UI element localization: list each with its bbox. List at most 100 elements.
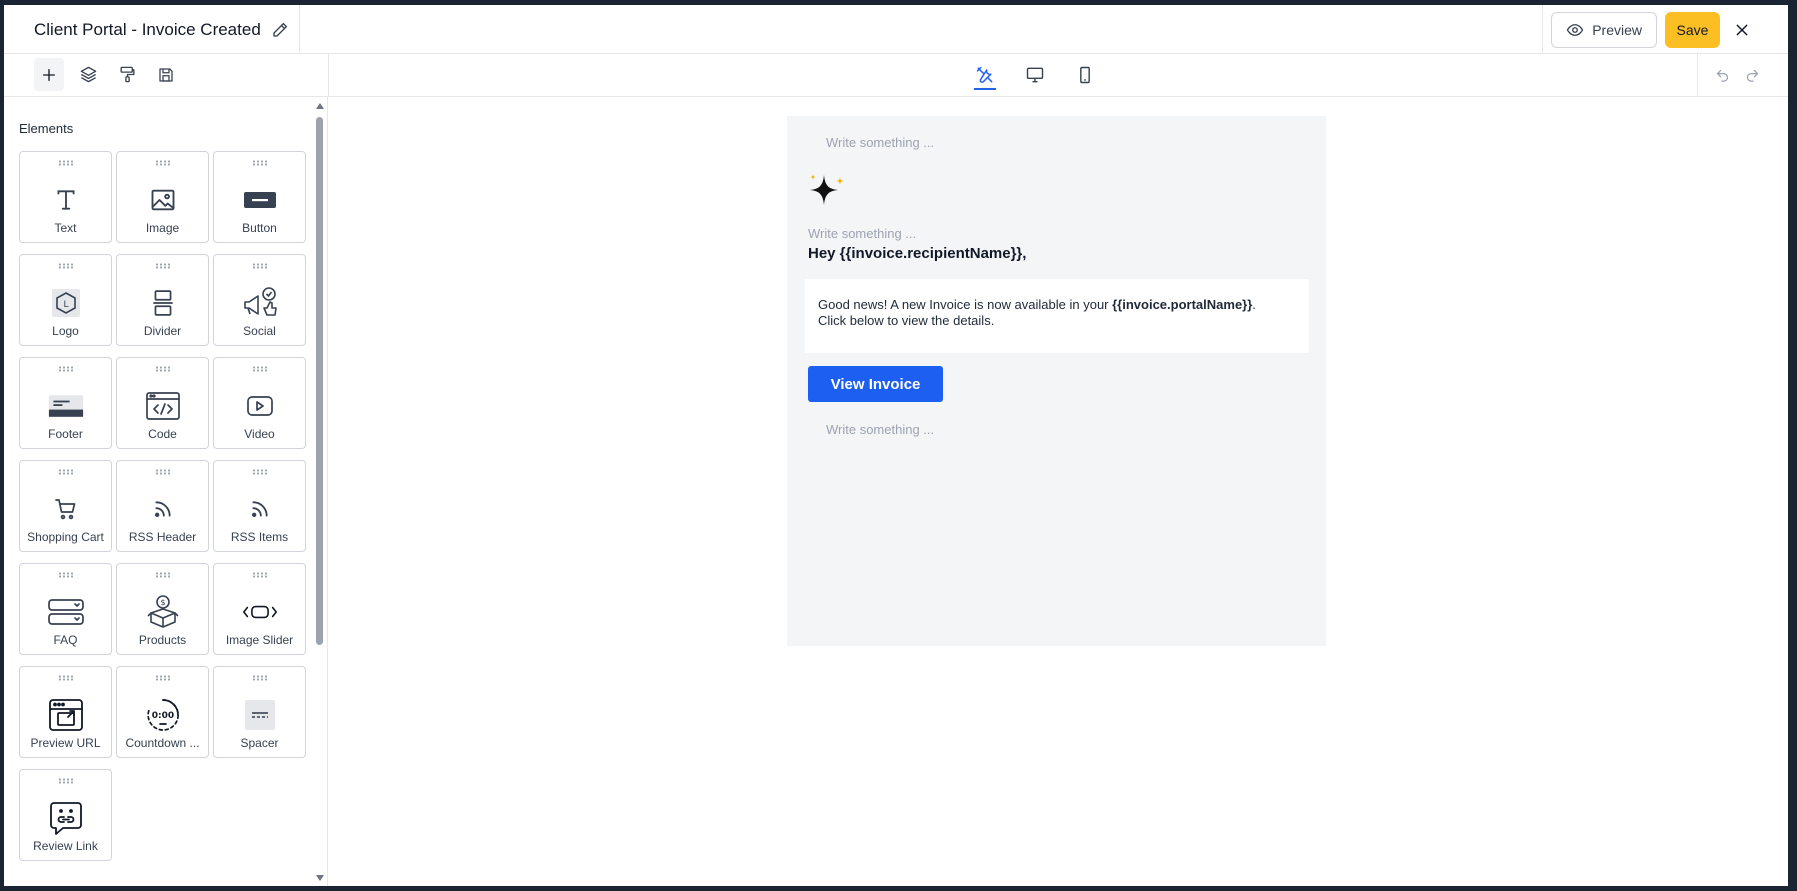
drag-handle-icon[interactable] [57, 160, 74, 166]
close-icon[interactable] [1730, 18, 1754, 42]
element-label: RSS Items [230, 530, 289, 544]
drag-handle-icon[interactable] [251, 572, 268, 578]
element-rss-items[interactable]: RSS Items [213, 460, 306, 552]
element-button[interactable]: Button [213, 151, 306, 243]
element-label: Text [54, 221, 77, 235]
drag-handle-icon[interactable] [154, 160, 171, 166]
drag-handle-icon[interactable] [57, 675, 74, 681]
element-image-slider[interactable]: Image Slider [213, 563, 306, 655]
element-divider[interactable]: Divider [116, 254, 209, 346]
element-label: Image Slider [225, 633, 294, 647]
element-label: Logo [52, 324, 79, 338]
sidebar-title: Elements [19, 121, 74, 136]
element-label: FAQ [53, 633, 78, 647]
view-invoice-button[interactable]: View Invoice [808, 366, 943, 402]
drag-handle-icon[interactable] [154, 263, 171, 269]
element-image[interactable]: Image [116, 151, 209, 243]
sparkle-icon[interactable] [806, 171, 846, 211]
save-button[interactable]: Save [1665, 11, 1720, 48]
editor-window: Client Portal - Invoice Created Preview … [4, 5, 1788, 886]
eye-icon [1566, 21, 1584, 39]
editor-toolbar [4, 54, 1788, 97]
element-preview-url[interactable]: Preview URL [19, 666, 112, 758]
element-faq[interactable]: FAQ [19, 563, 112, 655]
greeting-text[interactable]: Hey {{invoice.recipientName}}, [808, 245, 1026, 262]
code-icon [145, 388, 181, 424]
rss-icon [242, 491, 278, 527]
sidebar-scrollbar[interactable] [315, 101, 324, 881]
paint-roller-icon[interactable] [112, 58, 142, 91]
drag-handle-icon[interactable] [154, 572, 171, 578]
toolbar-divider [328, 54, 329, 97]
rss-icon [145, 491, 181, 527]
scroll-thumb[interactable] [316, 117, 323, 645]
element-label: Code [148, 427, 177, 441]
drag-handle-icon[interactable] [154, 675, 171, 681]
body-text-block[interactable]: Good news! A new Invoice is now availabl… [805, 279, 1309, 353]
redo-icon[interactable] [1742, 66, 1762, 86]
add-icon[interactable] [34, 58, 64, 91]
element-label: Products [138, 633, 187, 647]
svg-text:L: L [63, 300, 68, 310]
mobile-icon[interactable] [1072, 60, 1098, 90]
header-actions: Preview Save [1542, 5, 1788, 54]
element-shopping-cart[interactable]: Shopping Cart [19, 460, 112, 552]
body-text-suffix: . [1252, 297, 1256, 312]
element-rss-header[interactable]: RSS Header [116, 460, 209, 552]
element-video[interactable]: Video [213, 357, 306, 449]
drag-handle-icon[interactable] [57, 366, 74, 372]
drag-handle-icon[interactable] [251, 160, 268, 166]
logo-icon: L [48, 285, 84, 321]
element-label: Footer [48, 427, 83, 441]
element-footer[interactable]: Footer [19, 357, 112, 449]
element-label: Video [244, 427, 275, 441]
title-area: Client Portal - Invoice Created [4, 5, 300, 54]
drag-handle-icon[interactable] [251, 469, 268, 475]
element-code[interactable]: Code [116, 357, 209, 449]
drag-handle-icon[interactable] [154, 366, 171, 372]
save-disk-icon[interactable] [151, 58, 181, 91]
drag-handle-icon[interactable] [154, 469, 171, 475]
drag-handle-icon[interactable] [57, 778, 74, 784]
scroll-down-icon[interactable] [316, 875, 324, 881]
element-review-link[interactable]: Review Link [19, 769, 112, 861]
desktop-icon[interactable] [1022, 60, 1048, 90]
text-placeholder[interactable]: Write something ... [826, 135, 934, 150]
history-controls [1697, 54, 1788, 97]
drag-handle-icon[interactable] [251, 366, 268, 372]
svg-text:$: $ [160, 598, 165, 607]
element-spacer[interactable]: Spacer [213, 666, 306, 758]
slider-icon [242, 594, 278, 630]
preview-button[interactable]: Preview [1551, 11, 1657, 48]
element-label: Social [243, 324, 276, 338]
faq-icon [47, 594, 84, 630]
editor-canvas: Write something ... Write something ... … [329, 97, 1788, 886]
text-placeholder[interactable]: Write something ... [808, 226, 916, 241]
drag-handle-icon[interactable] [57, 263, 74, 269]
scroll-up-icon[interactable] [316, 103, 324, 109]
element-logo[interactable]: L Logo [19, 254, 112, 346]
social-icon [242, 285, 278, 321]
element-label: Button [242, 221, 277, 235]
image-icon [145, 182, 181, 218]
element-social[interactable]: Social [213, 254, 306, 346]
body-text-line2: Click below to view the details. [818, 313, 995, 328]
drag-handle-icon[interactable] [57, 572, 74, 578]
element-label: Shopping Cart [27, 530, 104, 544]
undo-icon[interactable] [1712, 66, 1732, 86]
layers-icon[interactable] [73, 58, 103, 91]
element-products[interactable]: $ Products [116, 563, 209, 655]
drag-handle-icon[interactable] [251, 675, 268, 681]
spacer-icon [242, 697, 278, 733]
sidebar-tools [34, 58, 181, 91]
email-preview: Write something ... Write something ... … [787, 116, 1326, 646]
element-countdown[interactable]: 0:00 Countdown ... [116, 666, 209, 758]
element-text[interactable]: Text [19, 151, 112, 243]
element-label: RSS Header [128, 530, 197, 544]
drag-handle-icon[interactable] [251, 263, 268, 269]
tools-icon[interactable] [972, 60, 998, 90]
text-placeholder[interactable]: Write something ... [826, 422, 934, 437]
drag-handle-icon[interactable] [57, 469, 74, 475]
svg-text:0:00: 0:00 [151, 711, 173, 721]
pencil-icon[interactable] [271, 21, 289, 39]
